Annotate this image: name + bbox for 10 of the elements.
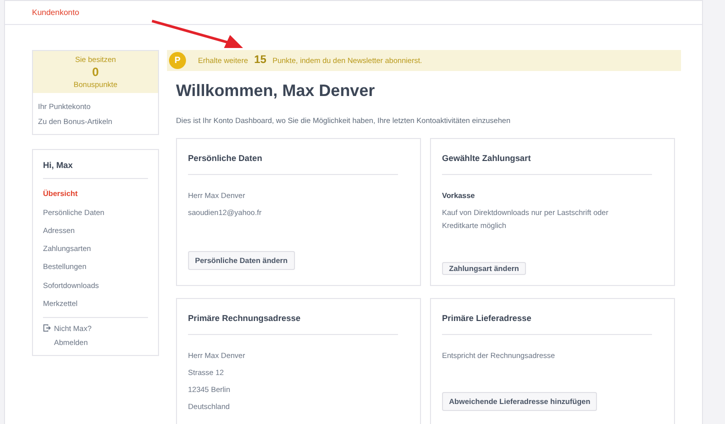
card-title: Persönliche Daten — [188, 152, 398, 175]
greeting: Hi, Max — [43, 158, 148, 180]
welcome-heading: Willkommen, Max Denver — [176, 81, 376, 102]
card-title: Primäre Lieferadresse — [442, 312, 652, 335]
bonus-value: 0 — [92, 65, 99, 79]
page-title: Kundenkonto — [32, 6, 80, 18]
card-title: Primäre Rechnungsadresse — [188, 312, 398, 335]
logout-icon — [43, 324, 51, 332]
points-badge: P — [169, 52, 186, 69]
card-title: Gewählte Zahlungsart — [442, 152, 652, 175]
